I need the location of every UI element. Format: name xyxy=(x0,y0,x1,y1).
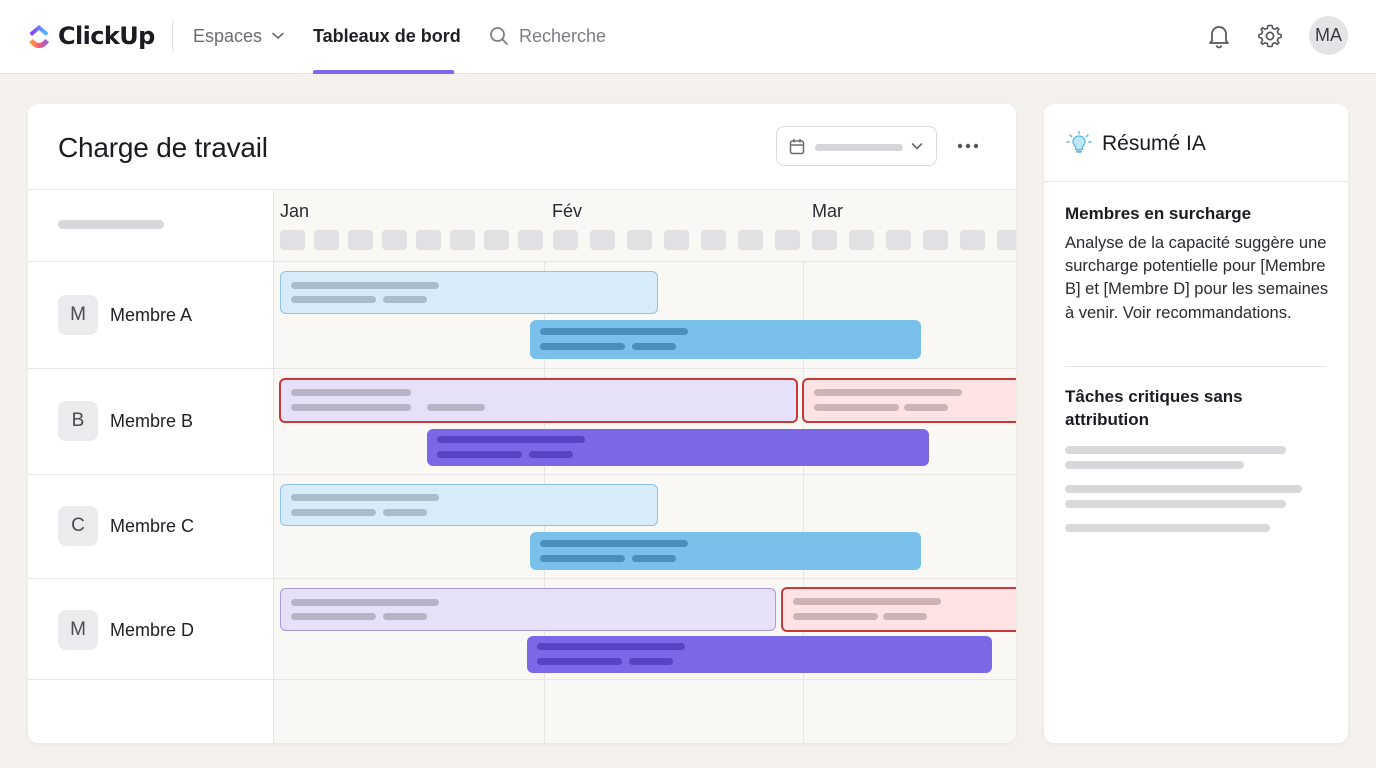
lightbulb-icon xyxy=(1066,131,1092,153)
nav-spaces[interactable]: Espaces xyxy=(193,24,284,48)
task-bar[interactable] xyxy=(527,636,992,673)
text-placeholder xyxy=(1065,461,1244,469)
bell-icon xyxy=(1209,26,1229,49)
day-cell xyxy=(416,230,441,250)
workload-card: Charge de travail Jan Fév Mar M Membre A… xyxy=(28,104,1016,743)
avatar: M xyxy=(58,295,98,335)
day-cell xyxy=(484,230,509,250)
task-bar[interactable] xyxy=(280,588,776,631)
day-cell xyxy=(886,230,911,250)
tab-dashboards-label: Tableaux de bord xyxy=(313,25,461,46)
day-cell xyxy=(701,230,726,250)
date-range-select[interactable] xyxy=(776,126,937,166)
active-tab-indicator xyxy=(313,70,454,74)
overloaded-task-bar[interactable] xyxy=(781,587,1016,632)
grid-line xyxy=(28,474,1016,475)
member-row-c[interactable]: C Membre C xyxy=(58,506,194,546)
workload-grid: Jan Fév Mar M Membre A B Membre B C Memb… xyxy=(28,189,1016,743)
member-name: Membre D xyxy=(110,619,195,640)
day-cell xyxy=(997,230,1016,250)
task-bar[interactable] xyxy=(530,532,921,570)
nav-spaces-label: Espaces xyxy=(193,25,263,46)
day-cell xyxy=(348,230,373,250)
unassigned-heading: Tâches critiques sans attribution xyxy=(1065,387,1243,429)
ai-summary-panel: Résumé IA Membres en surcharge Analyse d… xyxy=(1044,104,1348,743)
calendar-icon xyxy=(789,139,805,155)
avatar: M xyxy=(58,610,98,650)
overload-summary-text: Analyse de la capacité suggère une surch… xyxy=(1065,234,1329,322)
tab-dashboards[interactable]: Tableaux de bord xyxy=(313,24,461,48)
text-placeholder xyxy=(1065,500,1286,508)
search-label: Recherche xyxy=(519,25,607,46)
avatar: C xyxy=(58,506,98,546)
day-cell xyxy=(738,230,763,250)
panel-divider xyxy=(1065,366,1326,367)
search-button[interactable]: Recherche xyxy=(489,24,606,48)
day-cell xyxy=(849,230,874,250)
date-range-placeholder xyxy=(815,144,903,151)
panel-title: Résumé IA xyxy=(1102,132,1206,155)
overloaded-task-bar[interactable] xyxy=(802,378,1016,423)
avatar: B xyxy=(58,401,98,441)
month-label-mar: Mar xyxy=(812,201,843,221)
search-icon xyxy=(490,27,508,45)
grid-line xyxy=(28,368,1016,369)
task-bar[interactable] xyxy=(280,484,658,526)
member-row-a[interactable]: M Membre A xyxy=(58,295,192,335)
grid-line xyxy=(28,189,1016,190)
more-horizontal-icon xyxy=(957,143,979,149)
chevron-down-icon xyxy=(272,32,284,40)
month-label-feb: Fév xyxy=(552,201,583,221)
grid-line xyxy=(28,261,1016,262)
member-name: Membre B xyxy=(110,410,194,431)
member-row-d[interactable]: M Membre D xyxy=(58,610,194,650)
text-placeholder xyxy=(1065,446,1286,454)
task-bar[interactable] xyxy=(427,429,929,466)
day-cell xyxy=(450,230,475,250)
grid-line xyxy=(28,578,1016,579)
more-options-button[interactable] xyxy=(953,134,983,158)
day-cell xyxy=(518,230,543,250)
day-cell xyxy=(960,230,985,250)
clickup-logo-icon xyxy=(29,25,49,48)
day-cell xyxy=(314,230,339,250)
gear-icon xyxy=(1258,24,1282,48)
month-label-jan: Jan xyxy=(280,201,310,221)
header-divider xyxy=(172,21,173,51)
panel-header: Résumé IA xyxy=(1044,104,1348,182)
settings-button[interactable] xyxy=(1255,21,1285,51)
day-cell xyxy=(627,230,652,250)
member-name: Membre A xyxy=(110,304,193,325)
day-cell xyxy=(280,230,305,250)
day-cell xyxy=(590,230,615,250)
day-cell xyxy=(553,230,578,250)
member-name: Membre C xyxy=(110,515,195,536)
text-placeholder xyxy=(1065,485,1302,493)
day-cell xyxy=(812,230,837,250)
task-bar[interactable] xyxy=(280,271,658,314)
top-navigation-bar: ClickUp Espaces Tableaux de bord Recherc… xyxy=(0,0,1376,74)
page-title: Charge de travail xyxy=(58,132,268,163)
member-row-b[interactable]: B Membre B xyxy=(58,401,193,441)
column-header-placeholder xyxy=(58,220,164,229)
task-bar[interactable] xyxy=(530,320,921,359)
day-cell xyxy=(664,230,689,250)
notifications-button[interactable] xyxy=(1204,21,1234,51)
day-cell xyxy=(923,230,948,250)
user-avatar[interactable]: MA xyxy=(1309,16,1348,55)
day-cell xyxy=(382,230,407,250)
day-cell xyxy=(775,230,800,250)
brand-name: ClickUp xyxy=(58,22,155,50)
overloaded-task-bar[interactable] xyxy=(279,378,798,423)
chevron-down-icon xyxy=(911,143,923,150)
clickup-logo[interactable]: ClickUp xyxy=(26,18,155,54)
text-placeholder xyxy=(1065,524,1270,532)
grid-line xyxy=(28,679,1016,680)
overload-heading: Membres en surcharge xyxy=(1065,204,1252,223)
